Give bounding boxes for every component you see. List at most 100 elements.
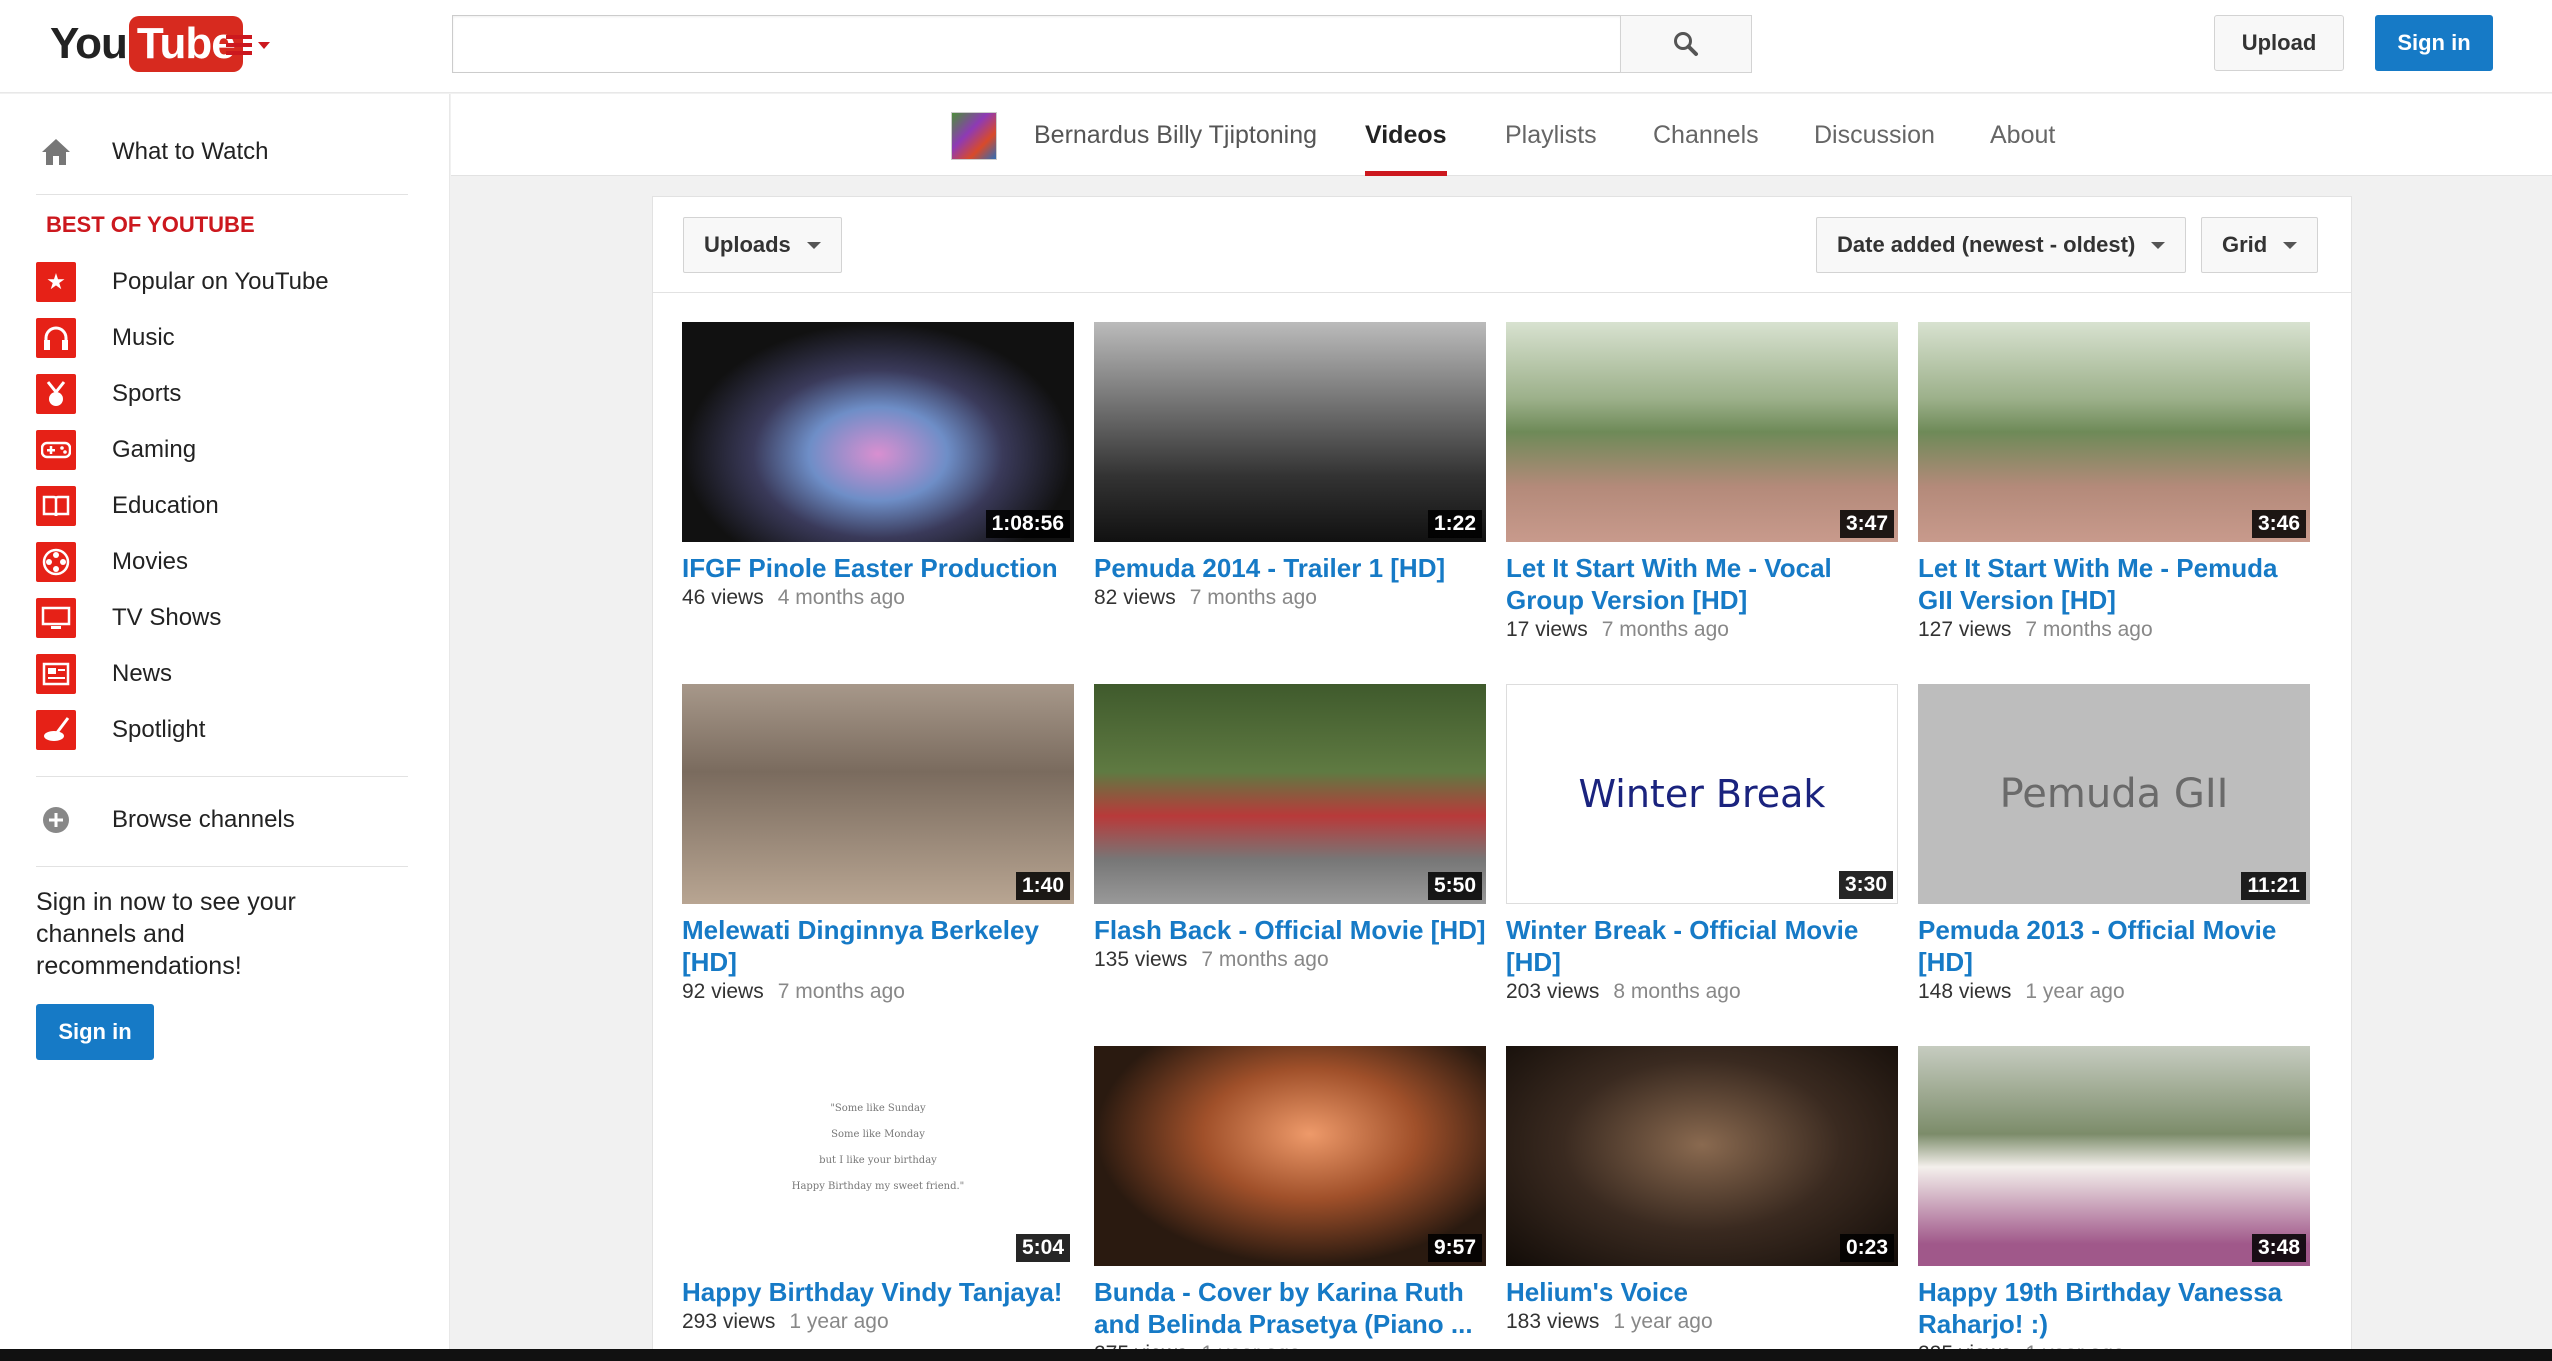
caret-down-icon xyxy=(2151,241,2166,249)
video-meta: 17 views 7 months ago xyxy=(1506,618,1898,642)
sidebar-item-spotlight[interactable]: Spotlight xyxy=(36,702,205,758)
video-duration: 9:57 xyxy=(1427,1234,1482,1262)
masthead: You Tube Upload Sign in xyxy=(0,0,2552,93)
video-card[interactable]: 3:46 Let It Start With Me - Pemuda GII V… xyxy=(1918,322,2310,642)
video-thumbnail[interactable]: 1:40 xyxy=(682,684,1074,904)
best-of-youtube-heading: BEST OF YOUTUBE xyxy=(46,212,255,237)
video-title[interactable]: Helium's Voice xyxy=(1506,1276,1898,1308)
view-label: Grid xyxy=(2222,232,2268,257)
view-count: 92 views xyxy=(682,980,764,1003)
sidebar-item-label: Browse channels xyxy=(112,806,295,833)
sidebar-item-popular[interactable]: ★ Popular on YouTube xyxy=(36,254,329,310)
sidebar-item-movies[interactable]: Movies xyxy=(36,534,188,590)
video-title[interactable]: Happy 19th Birthday Vanessa Raharjo! :) xyxy=(1918,1276,2310,1340)
video-thumbnail[interactable]: 1:22 xyxy=(1094,322,1486,542)
video-thumbnail[interactable]: 1:08:56 xyxy=(682,322,1074,542)
video-card[interactable]: 0:23 Helium's Voice 183 views 1 year ago xyxy=(1506,1046,1898,1334)
video-title[interactable]: Winter Break - Official Movie [HD] xyxy=(1506,914,1898,978)
video-title[interactable]: Bunda - Cover by Karina Ruth and Belinda… xyxy=(1094,1276,1486,1340)
video-thumbnail[interactable]: 3:48 xyxy=(1918,1046,2310,1266)
sort-dropdown[interactable]: Date added (newest - oldest) xyxy=(1816,217,2187,273)
video-card[interactable]: 5:50 Flash Back - Official Movie [HD] 13… xyxy=(1094,684,1486,972)
video-title[interactable]: Let It Start With Me - Pemuda GII Versio… xyxy=(1918,552,2310,616)
thumbnail-caption: "Some like Sunday Some like Monday but I… xyxy=(791,1103,965,1192)
video-card[interactable]: 3:47 Let It Start With Me - Vocal Group … xyxy=(1506,322,1898,642)
tv-icon xyxy=(36,598,76,638)
video-duration: 3:47 xyxy=(1839,510,1894,538)
sidebar-item-sports[interactable]: Sports xyxy=(36,366,181,422)
guide-menu-button[interactable] xyxy=(226,30,276,60)
chevron-down-icon xyxy=(258,41,270,49)
video-card[interactable]: 3:48 Happy 19th Birthday Vanessa Raharjo… xyxy=(1918,1046,2310,1361)
sidebar-item-what-to-watch[interactable]: What to Watch xyxy=(36,124,269,180)
video-card[interactable]: Winter Break 3:30 Winter Break - Officia… xyxy=(1506,684,1898,1004)
video-thumbnail[interactable]: Pemuda GII 11:21 xyxy=(1918,684,2310,904)
sidebar-item-gaming[interactable]: Gaming xyxy=(36,422,196,478)
videos-panel: Uploads Date added (newest - oldest) Gri… xyxy=(652,196,2352,1361)
search-icon xyxy=(1674,32,1698,56)
view-count: 82 views xyxy=(1094,586,1176,609)
video-thumbnail[interactable]: "Some like Sunday Some like Monday but I… xyxy=(682,1046,1074,1266)
tab-channels[interactable]: Channels xyxy=(1653,94,1759,176)
film-reel-icon xyxy=(36,542,76,582)
home-icon xyxy=(36,132,76,172)
video-thumbnail[interactable]: Winter Break 3:30 xyxy=(1506,684,1898,904)
video-meta: 46 views 4 months ago xyxy=(682,586,1074,610)
sort-label: Date added (newest - oldest) xyxy=(1837,232,2136,257)
sidebar-item-music[interactable]: Music xyxy=(36,310,175,366)
video-thumbnail[interactable]: 3:46 xyxy=(1918,322,2310,542)
sidebar-divider xyxy=(36,866,408,867)
video-title[interactable]: Let It Start With Me - Vocal Group Versi… xyxy=(1506,552,1898,616)
video-meta: 293 views 1 year ago xyxy=(682,1310,1074,1334)
logo-you: You xyxy=(50,19,128,68)
video-title[interactable]: Melewati Dinginnya Berkeley [HD] xyxy=(682,914,1074,978)
video-card[interactable]: "Some like Sunday Some like Monday but I… xyxy=(682,1046,1074,1334)
video-duration: 0:23 xyxy=(1839,1234,1894,1262)
video-thumbnail[interactable]: 3:47 xyxy=(1506,322,1898,542)
tab-playlists[interactable]: Playlists xyxy=(1505,94,1597,176)
video-card[interactable]: 9:57 Bunda - Cover by Karina Ruth and Be… xyxy=(1094,1046,1486,1361)
search-input[interactable] xyxy=(453,16,1621,72)
sidebar-sign-in-button[interactable]: Sign in xyxy=(36,1004,154,1060)
upload-button[interactable]: Upload xyxy=(2214,15,2344,71)
upload-age: 1 year ago xyxy=(2025,980,2125,1003)
tab-discussion[interactable]: Discussion xyxy=(1814,94,1935,176)
video-thumbnail[interactable]: 0:23 xyxy=(1506,1046,1898,1266)
sidebar-item-label: Education xyxy=(112,492,219,519)
sign-in-promo-text: Sign in now to see your channels and rec… xyxy=(36,888,296,980)
channel-avatar[interactable] xyxy=(951,112,997,160)
tab-about[interactable]: About xyxy=(1990,94,2055,176)
thumbnail-caption: Pemuda GII xyxy=(1999,771,2229,817)
video-thumbnail[interactable]: 9:57 xyxy=(1094,1046,1486,1266)
video-card[interactable]: 1:08:56 IFGF Pinole Easter Production 46… xyxy=(682,322,1074,610)
view-dropdown[interactable]: Grid xyxy=(2201,217,2319,273)
video-card[interactable]: Pemuda GII 11:21 Pemuda 2013 - Official … xyxy=(1918,684,2310,1004)
video-thumbnail[interactable]: 5:50 xyxy=(1094,684,1486,904)
view-count: 135 views xyxy=(1094,948,1188,971)
video-title[interactable]: Happy Birthday Vindy Tanjaya! xyxy=(682,1276,1074,1308)
sidebar-item-education[interactable]: Education xyxy=(36,478,219,534)
upload-age: 7 months ago xyxy=(1601,618,1729,641)
youtube-logo[interactable]: You Tube xyxy=(50,14,243,74)
video-title[interactable]: IFGF Pinole Easter Production xyxy=(682,552,1074,584)
video-duration: 1:22 xyxy=(1427,510,1482,538)
view-count: 183 views xyxy=(1506,1310,1600,1333)
video-title[interactable]: Pemuda 2013 - Official Movie [HD] xyxy=(1918,914,2310,978)
uploads-dropdown[interactable]: Uploads xyxy=(683,217,842,273)
sidebar-item-news[interactable]: News xyxy=(36,646,172,702)
channel-name[interactable]: Bernardus Billy Tjiptoning xyxy=(1034,94,1317,176)
sidebar-item-tv-shows[interactable]: TV Shows xyxy=(36,590,221,646)
video-card[interactable]: 1:22 Pemuda 2014 - Trailer 1 [HD] 82 vie… xyxy=(1094,322,1486,610)
video-title[interactable]: Pemuda 2014 - Trailer 1 [HD] xyxy=(1094,552,1486,584)
sign-in-button[interactable]: Sign in xyxy=(2375,15,2493,71)
video-title[interactable]: Flash Back - Official Movie [HD] xyxy=(1094,914,1486,946)
medal-icon xyxy=(36,374,76,414)
sidebar-item-label: News xyxy=(112,660,173,687)
headphones-icon xyxy=(36,318,76,358)
sidebar-item-browse-channels[interactable]: Browse channels xyxy=(36,792,295,848)
tab-videos[interactable]: Videos xyxy=(1365,94,1447,176)
video-card[interactable]: 1:40 Melewati Dinginnya Berkeley [HD] 92… xyxy=(682,684,1074,1004)
video-meta: 92 views 7 months ago xyxy=(682,980,1074,1004)
search-button[interactable] xyxy=(1620,15,1752,73)
video-meta: 183 views 1 year ago xyxy=(1506,1310,1898,1334)
